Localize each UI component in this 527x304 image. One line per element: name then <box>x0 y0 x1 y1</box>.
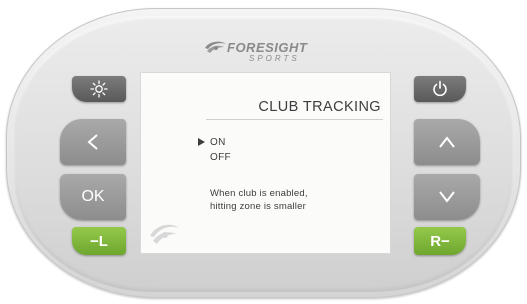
left-minus-button[interactable]: −L <box>72 227 126 255</box>
title-divider <box>206 119 383 120</box>
chevron-up-icon <box>439 136 455 148</box>
foresight-logo-icon <box>205 41 226 53</box>
up-button[interactable] <box>414 119 480 165</box>
left-minus-label: −L <box>90 232 108 250</box>
ok-button[interactable]: OK <box>60 174 126 220</box>
down-button[interactable] <box>414 174 480 220</box>
chevron-down-icon <box>439 191 455 203</box>
lcd-screen: CLUB TRACKING ON OFF When club is enable… <box>140 72 391 254</box>
help-text: When club is enabled, hitting zone is sm… <box>210 187 308 213</box>
brightness-button[interactable] <box>72 76 126 102</box>
right-minus-button[interactable]: R− <box>414 227 466 255</box>
help-line-1: When club is enabled, <box>210 188 308 199</box>
brand-name: FORESIGHT <box>227 40 308 55</box>
brand-subtitle: SPORTS <box>249 54 300 63</box>
power-icon <box>433 80 447 97</box>
watermark-logo-icon <box>150 224 179 244</box>
selection-pointer-icon <box>198 138 205 146</box>
sun-icon <box>90 80 108 98</box>
back-button[interactable] <box>60 119 126 165</box>
brand-logo: FORESIGHT SPORTS <box>197 37 347 67</box>
option-off[interactable]: OFF <box>210 152 231 163</box>
right-minus-label: R− <box>430 232 450 250</box>
ok-label: OK <box>81 188 105 205</box>
help-line-2: hitting zone is smaller <box>210 201 306 212</box>
screen-title: CLUB TRACKING <box>258 99 381 115</box>
option-on[interactable]: ON <box>210 137 226 148</box>
power-button[interactable] <box>414 76 466 102</box>
chevron-left-icon <box>87 134 98 150</box>
